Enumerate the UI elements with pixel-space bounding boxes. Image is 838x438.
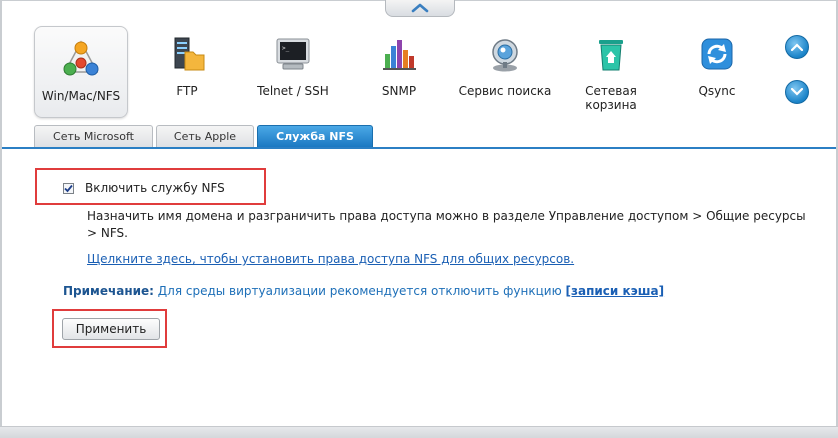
service-win-mac-nfs[interactable]: Win/Mac/NFS xyxy=(34,26,128,118)
win-mac-nfs-icon xyxy=(61,39,101,79)
cache-write-link[interactable]: [записи кэша] xyxy=(566,284,665,298)
chevron-down-icon xyxy=(791,88,803,96)
enable-nfs-row[interactable]: Включить службу NFS xyxy=(63,181,225,195)
window-left-border xyxy=(0,0,2,437)
service-search[interactable]: Сервис поиска xyxy=(458,26,552,118)
service-label: SNMP xyxy=(381,84,417,98)
scroll-up-button[interactable] xyxy=(785,35,809,59)
search-service-icon xyxy=(485,34,525,74)
service-ftp[interactable]: FTP xyxy=(140,26,234,118)
service-label: Win/Mac/NFS xyxy=(41,89,121,103)
snmp-chart-icon xyxy=(379,34,419,74)
service-label: FTP xyxy=(176,84,198,98)
recycle-bin-icon xyxy=(591,34,631,74)
svg-text:>_: >_ xyxy=(282,45,290,52)
qsync-sync-icon xyxy=(697,34,737,74)
nfs-info-text: Назначить имя домена и разграничить прав… xyxy=(87,209,806,240)
ftp-folder-icon xyxy=(167,34,207,74)
tab-microsoft-network[interactable]: Сеть Microsoft xyxy=(34,125,153,147)
note-label: Примечание: xyxy=(63,284,154,298)
service-telnet-ssh[interactable]: >_ Telnet / SSH xyxy=(246,26,340,118)
enable-nfs-label: Включить службу NFS xyxy=(85,181,225,195)
service-qsync[interactable]: Qsync xyxy=(670,26,764,118)
note-text: Для среды виртуализации рекомендуется от… xyxy=(157,284,562,298)
service-label: Telnet / SSH xyxy=(257,84,329,98)
terminal-icon: >_ xyxy=(273,34,313,74)
tab-underline xyxy=(2,147,836,149)
nfs-permissions-link[interactable]: Щелкните здесь, чтобы установить права д… xyxy=(87,252,574,266)
tab-nfs-service[interactable]: Служба NFS xyxy=(257,125,373,147)
collapse-panel-button[interactable] xyxy=(385,0,455,17)
chevron-up-icon xyxy=(411,3,429,13)
scroll-down-button[interactable] xyxy=(785,80,809,104)
tab-apple-network[interactable]: Сеть Apple xyxy=(156,125,254,147)
apply-button[interactable]: Применить xyxy=(62,318,160,340)
bottom-bar xyxy=(0,426,838,438)
service-label: Сервис поиска xyxy=(458,84,552,98)
chevron-up-icon xyxy=(791,43,803,51)
service-snmp[interactable]: SNMP xyxy=(352,26,446,118)
checkmark-icon xyxy=(64,184,73,192)
service-label: Сетевая корзина xyxy=(585,84,637,112)
enable-nfs-checkbox[interactable] xyxy=(63,182,74,194)
virtualization-note: Примечание: Для среды виртуализации реко… xyxy=(63,284,664,298)
service-label: Qsync xyxy=(698,84,736,98)
service-network-recycle-bin[interactable]: Сетевая корзина xyxy=(564,26,658,118)
